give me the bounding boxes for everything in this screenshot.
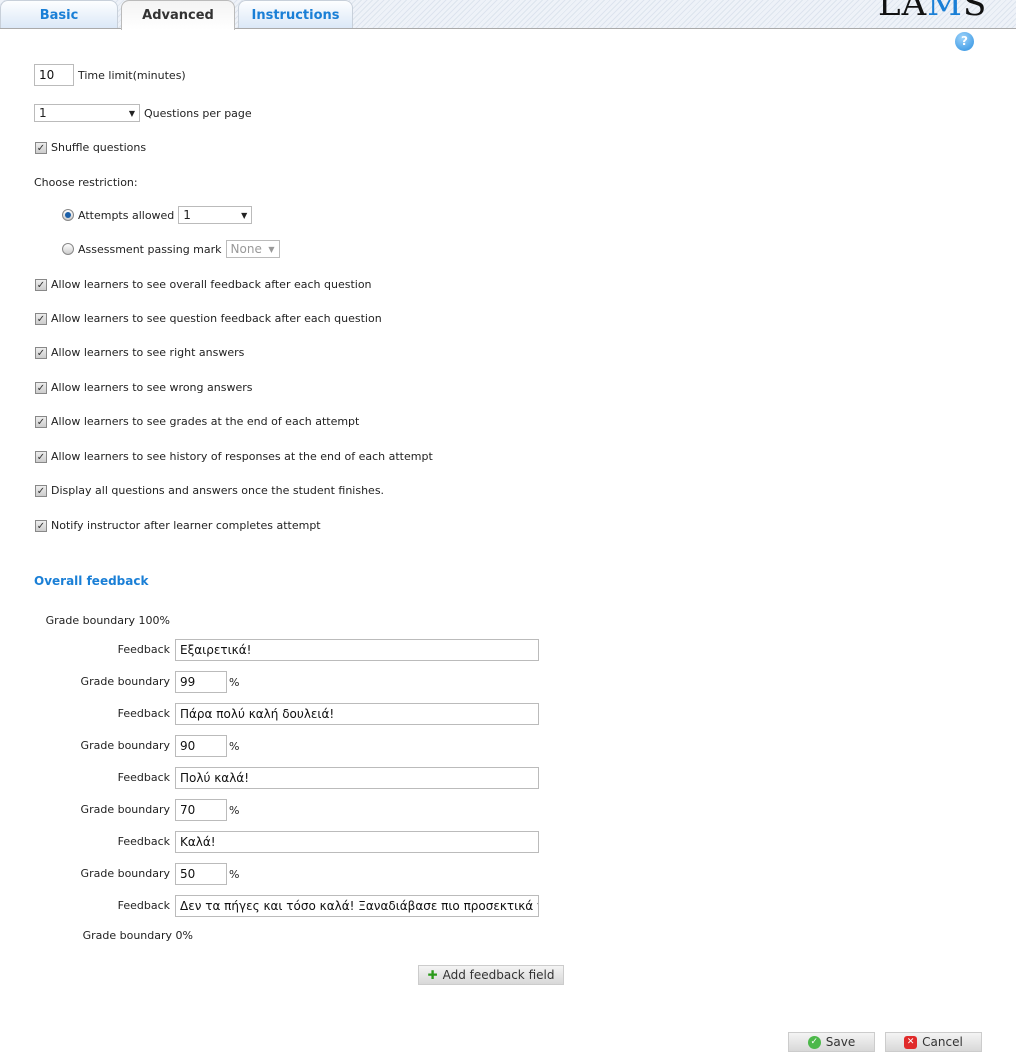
option-checkbox[interactable]: ✓	[35, 278, 47, 291]
check-circle-icon: ✓	[807, 1035, 821, 1049]
shuffle-checkbox[interactable]: ✓	[35, 141, 47, 154]
attempts-label: Attempts allowed	[78, 208, 175, 222]
grade-boundary-label: Grade boundary	[80, 675, 170, 688]
save-button[interactable]: ✓ Save	[788, 1032, 875, 1052]
option-label: Allow learners to see grades at the end …	[51, 415, 360, 428]
feedback-label: Feedback	[117, 707, 170, 720]
grade-boundary-input[interactable]	[175, 799, 227, 821]
percent-sign: %	[229, 676, 240, 689]
grade-boundary-label: Grade boundary 0%	[82, 929, 193, 942]
shuffle-label: Shuffle questions	[51, 141, 147, 154]
percent-sign: %	[229, 804, 240, 817]
chevron-down-icon: ▼	[128, 108, 135, 118]
tab-advanced[interactable]: Advanced	[121, 0, 235, 30]
option-checkbox[interactable]: ✓	[35, 519, 47, 532]
time-limit-input[interactable]	[34, 64, 74, 86]
option-label: Notify instructor after learner complete…	[51, 519, 321, 532]
attempts-radio[interactable]	[62, 209, 74, 221]
feedback-label: Feedback	[117, 835, 170, 848]
option-label: Display all questions and answers once t…	[51, 484, 385, 497]
feedback-input[interactable]: Πάρα πολύ καλή δουλειά!	[175, 703, 539, 725]
time-limit-label: Time limit(minutes)	[78, 68, 186, 82]
passing-mark-label: Assessment passing mark	[78, 242, 222, 256]
chevron-down-icon: ▼	[268, 244, 275, 254]
cancel-label: Cancel	[922, 1035, 963, 1049]
questions-per-page-select[interactable]: 1 ▼	[34, 104, 140, 122]
feedback-input[interactable]: Εξαιρετικά!	[175, 639, 539, 661]
grade-boundary-input[interactable]	[175, 671, 227, 693]
passing-mark-select[interactable]: None ▼	[225, 240, 280, 258]
feedback-input[interactable]: Πολύ καλά!	[175, 767, 539, 789]
feedback-input[interactable]: Καλά!	[175, 831, 539, 853]
option-checkbox[interactable]: ✓	[35, 312, 47, 325]
percent-sign: %	[229, 868, 240, 881]
option-row: ✓ Notify instructor after learner complet…	[35, 519, 321, 532]
cancel-button[interactable]: ✕ Cancel	[885, 1032, 982, 1052]
grade-boundary-label: Grade boundary 100%	[45, 614, 170, 627]
option-checkbox[interactable]: ✓	[35, 381, 47, 394]
grade-boundary-input[interactable]	[175, 863, 227, 885]
passing-mark-radio[interactable]	[62, 243, 74, 255]
overall-feedback-title: Overall feedback	[34, 574, 149, 588]
option-label: Allow learners to see wrong answers	[51, 381, 253, 394]
lams-logo: LAMS	[878, 0, 988, 24]
grade-boundary-label: Grade boundary	[80, 739, 170, 752]
option-row: ✓ Allow learners to see grades at the end…	[35, 415, 359, 428]
grade-boundary-input[interactable]	[175, 735, 227, 757]
questions-per-page-label: Questions per page	[144, 106, 252, 120]
attempts-select[interactable]: 1 ▼	[178, 206, 253, 224]
option-label: Allow learners to see overall feedback a…	[51, 278, 372, 291]
tab-instructions[interactable]: Instructions	[238, 0, 353, 28]
tab-basic[interactable]: Basic	[0, 0, 118, 28]
chevron-down-icon: ▼	[241, 210, 248, 220]
close-icon: ✕	[904, 1035, 918, 1049]
option-label: Allow learners to see question feedback …	[51, 312, 382, 325]
restriction-label: Choose restriction:	[34, 176, 138, 189]
save-label: Save	[825, 1035, 856, 1049]
option-row: ✓ Display all questions and answers once …	[35, 484, 384, 497]
option-checkbox[interactable]: ✓	[35, 450, 47, 463]
option-row: ✓ Allow learners to see overall feedback …	[35, 278, 372, 291]
add-feedback-button[interactable]: ✚ Add feedback field	[418, 965, 564, 985]
option-row: ✓ Allow learners to see history of respon…	[35, 450, 433, 463]
grade-boundary-label: Grade boundary	[80, 803, 170, 816]
option-label: Allow learners to see right answers	[51, 346, 245, 359]
option-checkbox[interactable]: ✓	[35, 346, 47, 359]
option-checkbox[interactable]: ✓	[35, 484, 47, 497]
option-checkbox[interactable]: ✓	[35, 415, 47, 428]
add-feedback-label: Add feedback field	[442, 968, 555, 982]
feedback-label: Feedback	[117, 899, 170, 912]
plus-icon: ✚	[427, 968, 438, 982]
option-row: ✓ Allow learners to see right answers	[35, 346, 244, 359]
feedback-label: Feedback	[117, 643, 170, 656]
question-circle-icon[interactable]: ?	[955, 32, 974, 51]
grade-boundary-label: Grade boundary	[80, 867, 170, 880]
option-row: ✓ Allow learners to see wrong answers	[35, 381, 252, 394]
feedback-label: Feedback	[117, 771, 170, 784]
percent-sign: %	[229, 740, 240, 753]
option-row: ✓ Allow learners to see question feedback…	[35, 312, 382, 325]
option-label: Allow learners to see history of respons…	[51, 450, 433, 463]
feedback-input[interactable]: Δεν τα πήγες και τόσο καλά! Ξαναδιάβασε …	[175, 895, 539, 917]
